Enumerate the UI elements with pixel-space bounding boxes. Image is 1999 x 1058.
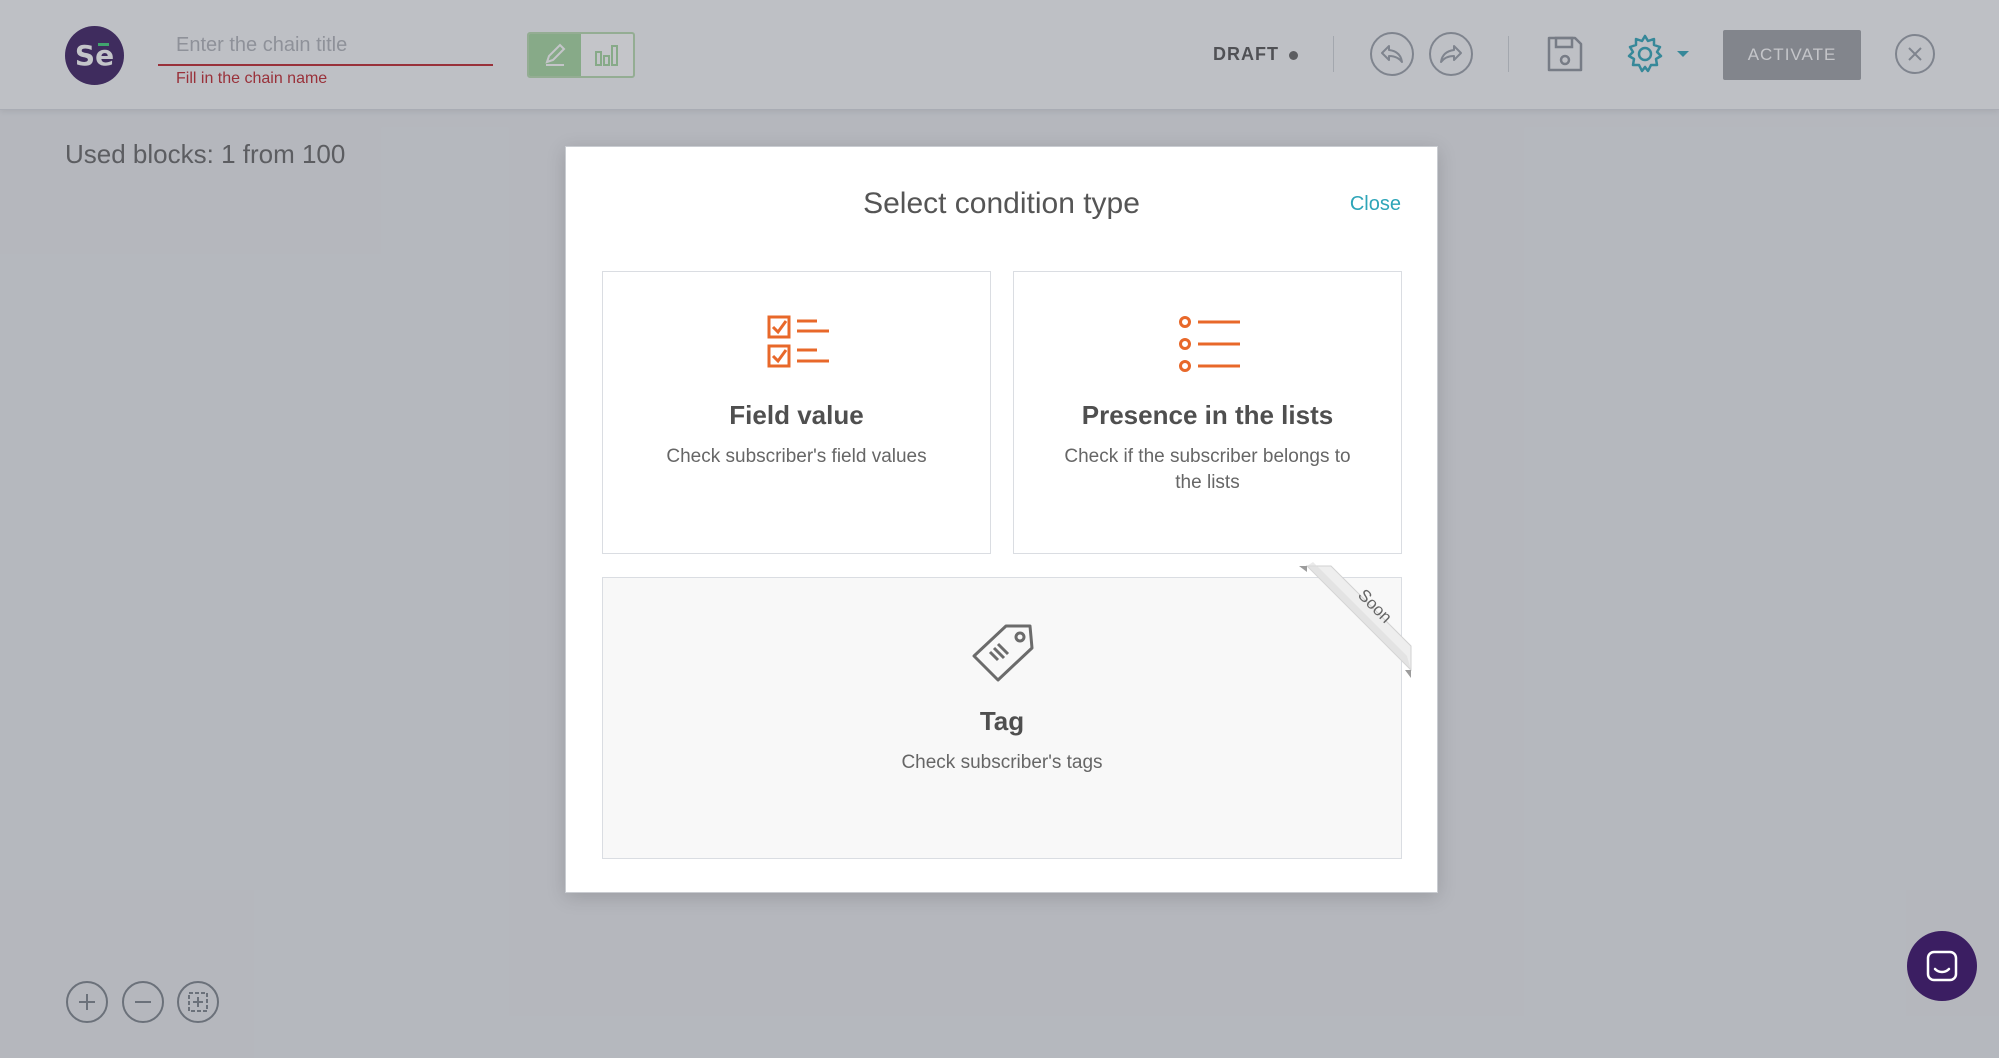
list-icon — [1179, 316, 1240, 372]
condition-type-modal: Select condition type Close Field value … — [565, 146, 1438, 893]
tag-option: Tag Check subscriber's tags Soon — [602, 562, 1412, 859]
option-description: Check subscriber's tags — [901, 752, 1103, 773]
checklist-icon — [767, 315, 829, 368]
option-title: Tag — [979, 706, 1025, 736]
chat-icon — [1926, 950, 1958, 982]
option-title: Field value — [729, 400, 864, 430]
chat-launcher-button[interactable] — [1907, 931, 1977, 1001]
option-description: Check if the subscriber belongs to the l… — [1064, 446, 1351, 493]
option-title: Presence in the lists — [1081, 400, 1334, 430]
option-description: Check subscriber's field values — [666, 446, 927, 467]
modal-title: Select condition type — [863, 187, 1140, 220]
soon-ribbon: Soon — [1299, 562, 1412, 678]
tag-icon — [972, 624, 1034, 682]
modal-close-link[interactable]: Close — [1350, 193, 1401, 216]
field-value-option[interactable]: Field value Check subscriber's field val… — [602, 271, 991, 554]
presence-in-lists-option[interactable]: Presence in the lists Check if the subsc… — [1013, 271, 1402, 554]
